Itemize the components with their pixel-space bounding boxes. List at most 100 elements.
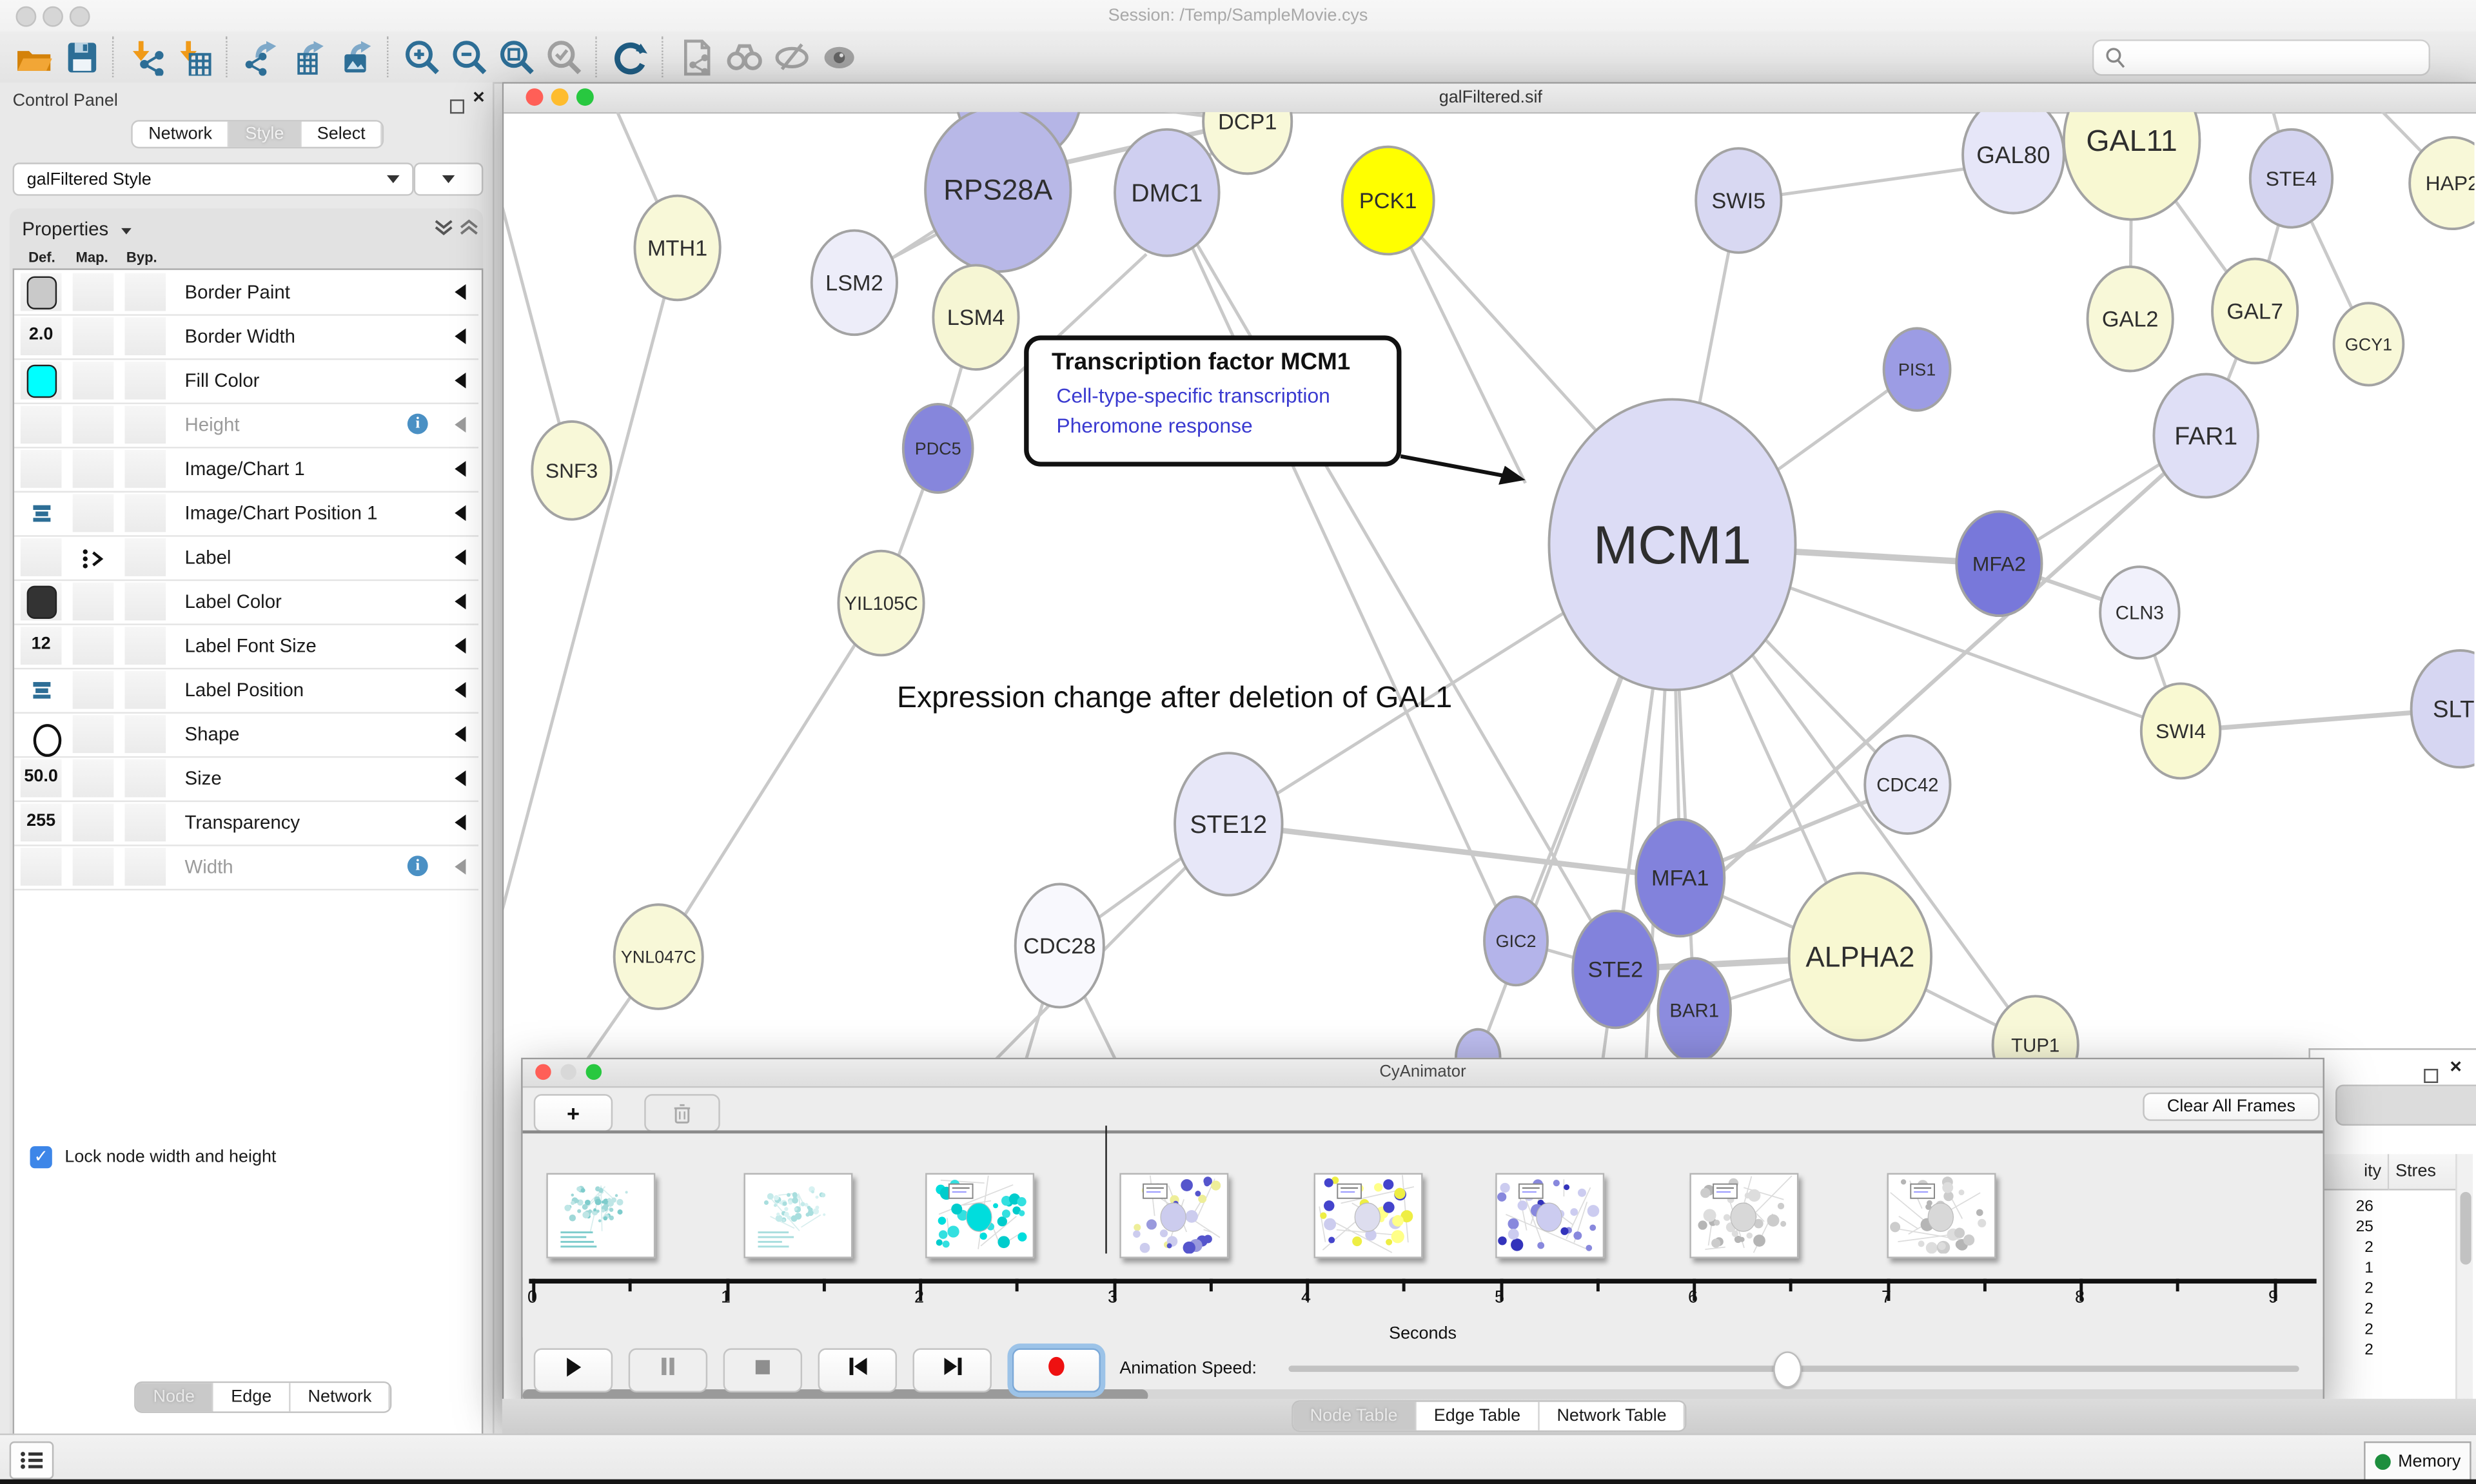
byp-cell[interactable]	[124, 848, 166, 886]
export-image-button[interactable]	[331, 35, 378, 79]
vertical-scrollbar[interactable]	[2455, 1154, 2473, 1403]
timeline-frame-3[interactable]	[925, 1173, 1034, 1258]
zoom-window-icon[interactable]	[576, 88, 594, 106]
property-row-transparency[interactable]: 255Transparency	[14, 801, 478, 846]
def-cell[interactable]	[21, 273, 62, 311]
property-row-fill-color[interactable]: Fill Color	[14, 358, 478, 404]
add-frame-button[interactable]: +	[534, 1094, 613, 1132]
style-select[interactable]: galFiltered Style	[13, 162, 414, 195]
tab-style[interactable]: Style	[230, 122, 301, 147]
hide-panel-button[interactable]	[767, 35, 814, 79]
byp-cell[interactable]	[124, 627, 166, 665]
map-cell[interactable]	[73, 405, 114, 444]
zoom-out-button[interactable]	[446, 35, 493, 79]
tab-edge-table[interactable]: Edge Table	[1417, 1402, 1540, 1430]
skip-start-button[interactable]	[818, 1348, 897, 1392]
zoom-window-icon[interactable]	[586, 1064, 602, 1080]
byp-cell[interactable]	[124, 671, 166, 709]
skip-end-button[interactable]	[913, 1348, 992, 1392]
tab-select[interactable]: Select	[301, 122, 382, 147]
close-window-icon[interactable]	[526, 88, 544, 106]
def-cell[interactable]: 2.0	[21, 317, 62, 355]
byp-cell[interactable]	[124, 759, 166, 797]
timeline-frame-5[interactable]	[1314, 1173, 1423, 1258]
clear-all-frames-button[interactable]: Clear All Frames	[2143, 1093, 2319, 1121]
byp-cell[interactable]	[124, 273, 166, 311]
record-button[interactable]	[1012, 1348, 1101, 1392]
def-cell[interactable]: 255	[21, 804, 62, 842]
def-cell[interactable]	[21, 362, 62, 400]
timeline-frame-7[interactable]	[1689, 1173, 1798, 1258]
map-cell[interactable]	[73, 362, 114, 400]
zoom-in-button[interactable]	[398, 35, 445, 79]
annotation-link[interactable]: Cell-type-specific transcription	[1056, 384, 1330, 407]
property-row-border-width[interactable]: 2.0Border Width	[14, 314, 478, 360]
byp-cell[interactable]	[124, 494, 166, 532]
expand-row-icon[interactable]	[455, 505, 466, 521]
save-session-button[interactable]	[57, 35, 104, 79]
zoom-selected-button[interactable]	[540, 35, 587, 79]
expand-row-icon[interactable]	[455, 770, 466, 786]
find-button[interactable]	[720, 35, 767, 79]
map-cell[interactable]	[73, 450, 114, 488]
tab-node-table[interactable]: Node Table	[1293, 1402, 1417, 1430]
collapse-all-icon[interactable]	[458, 217, 480, 239]
tab-network[interactable]: Network	[291, 1383, 391, 1411]
expand-row-icon[interactable]	[455, 417, 466, 433]
checkbox-checked-icon[interactable]: ✓	[30, 1146, 52, 1168]
def-cell[interactable]	[21, 494, 62, 532]
property-row-label[interactable]: Label	[14, 535, 478, 581]
byp-cell[interactable]	[124, 538, 166, 576]
search-input[interactable]	[2128, 39, 2428, 75]
export-table-button[interactable]	[284, 35, 331, 79]
timeline-frame-1[interactable]	[546, 1173, 655, 1258]
property-row-border-paint[interactable]: Border Paint	[14, 270, 478, 316]
def-cell[interactable]	[21, 715, 62, 753]
property-row-height[interactable]: Heighti	[14, 402, 478, 448]
timeline-frame-8[interactable]	[1887, 1173, 1996, 1258]
map-cell[interactable]	[73, 273, 114, 311]
def-cell[interactable]	[21, 538, 62, 576]
property-row-label-font-size[interactable]: 12Label Font Size	[14, 623, 478, 669]
byp-cell[interactable]	[124, 583, 166, 621]
byp-cell[interactable]	[124, 317, 166, 355]
def-cell[interactable]	[21, 848, 62, 886]
network-document-button[interactable]	[673, 35, 720, 79]
expand-row-icon[interactable]	[455, 373, 466, 388]
map-cell[interactable]	[73, 538, 114, 576]
property-row-shape[interactable]: Shape	[14, 712, 478, 757]
info-icon[interactable]: i	[408, 414, 428, 434]
expand-row-icon[interactable]	[455, 549, 466, 565]
close-panel-icon[interactable]: ✕	[2449, 1061, 2462, 1075]
map-cell[interactable]	[73, 627, 114, 665]
map-cell[interactable]	[73, 804, 114, 842]
property-row-size[interactable]: 50.0Size	[14, 756, 478, 802]
export-network-button[interactable]	[237, 35, 284, 79]
zoom-fit-button[interactable]	[493, 35, 540, 79]
map-cell[interactable]	[73, 671, 114, 709]
def-cell[interactable]: 50.0	[21, 759, 62, 797]
map-cell[interactable]	[73, 317, 114, 355]
minimize-window-icon[interactable]	[43, 6, 63, 27]
style-options-button[interactable]	[414, 162, 484, 195]
info-icon[interactable]: i	[408, 855, 428, 876]
show-task-history-button[interactable]	[10, 1441, 54, 1479]
import-network-button[interactable]	[123, 35, 170, 79]
expand-row-icon[interactable]	[455, 461, 466, 476]
property-row-label-position[interactable]: Label Position	[14, 668, 478, 714]
playhead[interactable]	[1105, 1126, 1106, 1253]
expand-row-icon[interactable]	[455, 727, 466, 742]
expand-all-icon[interactable]	[433, 217, 455, 239]
properties-menu-icon[interactable]	[121, 228, 132, 235]
property-row-image-chart-1[interactable]: Image/Chart 1	[14, 447, 478, 493]
minimize-window-icon[interactable]	[551, 88, 569, 106]
expand-row-icon[interactable]	[455, 638, 466, 653]
map-cell[interactable]	[73, 494, 114, 532]
expand-row-icon[interactable]	[455, 284, 466, 300]
import-table-button[interactable]	[170, 35, 217, 79]
expand-row-icon[interactable]	[455, 594, 466, 609]
show-panel-button[interactable]	[815, 35, 862, 79]
timeline-frame-2[interactable]	[743, 1173, 852, 1258]
def-cell[interactable]	[21, 671, 62, 709]
map-cell[interactable]	[73, 715, 114, 753]
